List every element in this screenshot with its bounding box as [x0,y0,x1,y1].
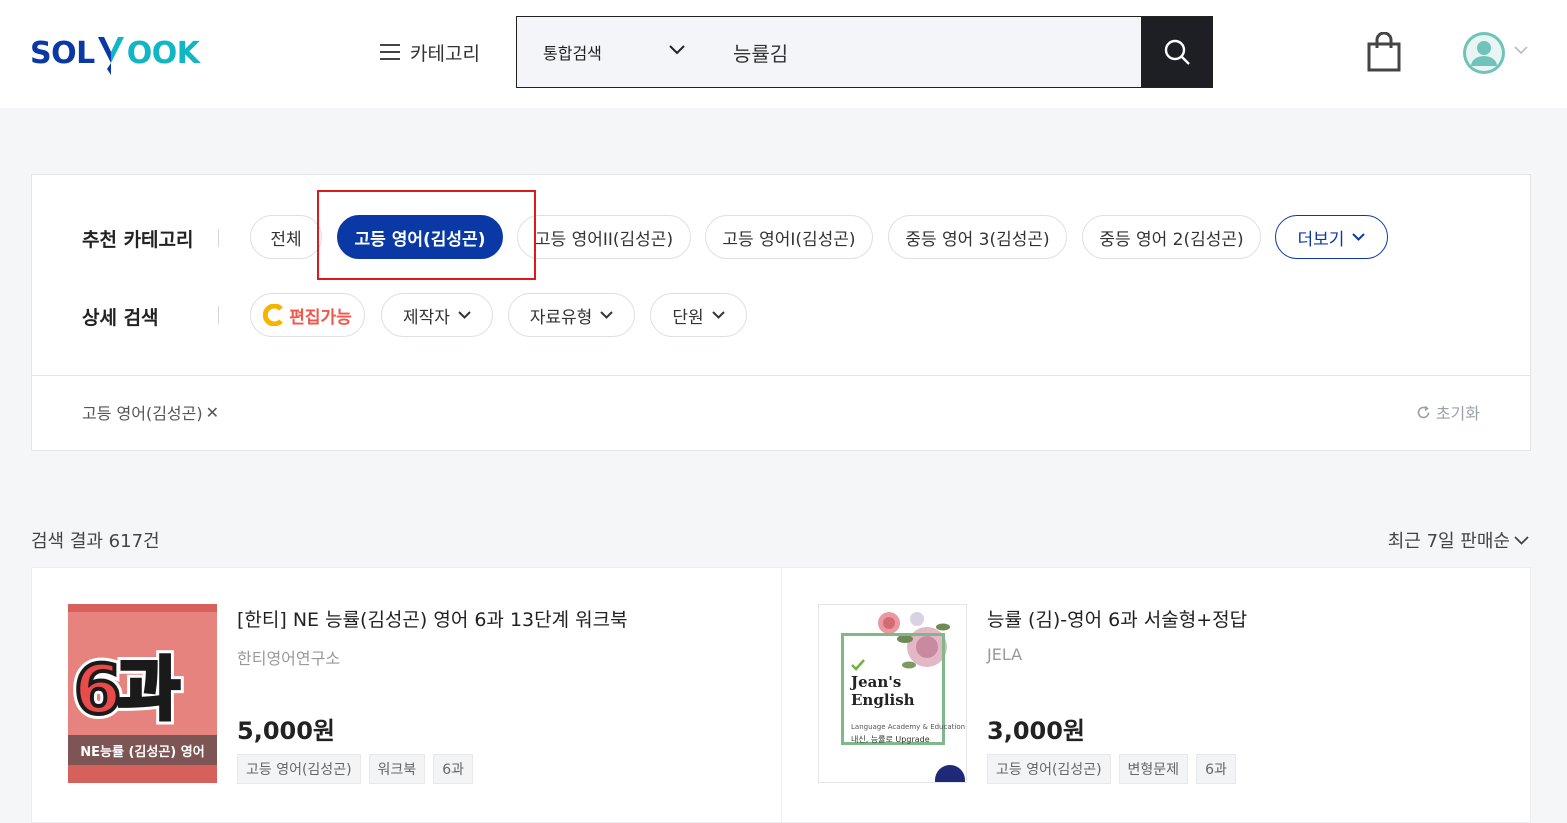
cover-subtitle: Language Academy & Education [851,723,966,731]
account-menu-chevron-icon[interactable] [1514,46,1528,55]
cover-title: Jean's English [851,673,915,709]
category-chip-middle-english-3-kim[interactable]: 중등 영어 3(김성곤) [888,215,1067,259]
category-chip-middle-english-2-kim[interactable]: 중등 영어 2(김성곤) [1082,215,1261,259]
logo-text-ook: OOK [126,35,200,71]
more-categories-button[interactable]: 더보기 [1275,215,1388,259]
product-tags: 고등 영어(김성곤) 변형문제 6과 [987,754,1236,784]
creator-dropdown-label: 제작자 [403,307,450,328]
search-input[interactable] [707,17,1141,87]
selected-filter-tag[interactable]: 고등 영어(김성곤) ✕ [82,400,219,424]
close-icon[interactable]: ✕ [206,403,219,422]
product-title[interactable]: 능률 (김)-영어 6과 서술형+정답 [987,605,1247,632]
category-chip-high-english-1-kim[interactable]: 고등 영어I(김성곤) [705,215,873,259]
cover-title-line: English [851,691,915,709]
product-tag: 고등 영어(김성곤) [237,754,361,784]
recommended-category-label: 추천 카테고리 [82,229,194,251]
product-tag: 워크북 [368,754,426,784]
editable-label: 편집가능 [289,307,352,328]
chevron-down-icon [458,311,471,319]
product-tag: 변형문제 [1118,754,1189,784]
chevron-down-icon [711,311,725,319]
search-scope-label: 통합검색 [543,44,602,63]
creator-dropdown[interactable]: 제작자 [381,293,493,337]
product-tags: 고등 영어(김성곤) 워크북 6과 [237,754,473,784]
thumbnail-big-text: 6과 [72,649,182,732]
chevron-down-icon [1514,535,1529,545]
sort-dropdown[interactable]: 최근 7일 판매순 [1388,527,1529,553]
more-label: 더보기 [1297,229,1345,250]
logo-book-mark [96,33,126,75]
logo-text-sol: SOL [30,35,95,71]
reset-label: 초기화 [1435,404,1480,423]
product-price: 5,000원 [237,717,335,745]
product-thumbnail[interactable]: Jean's English Language Academy & Educat… [818,604,967,783]
panel-divider [32,375,1530,376]
unit-dropdown[interactable]: 단원 [650,293,747,337]
user-avatar-icon[interactable] [1462,31,1506,75]
category-chip-all[interactable]: 전체 [250,215,322,259]
result-card[interactable]: 6과 6과 NE능률 (김성곤) 영어 [한티] NE 능률(김성곤) 영어 6… [32,568,781,822]
result-list: 6과 6과 NE능률 (김성곤) 영어 [한티] NE 능률(김성곤) 영어 6… [31,567,1531,823]
annotation-highlight-box [317,190,536,280]
shopping-bag-icon[interactable] [1366,32,1402,72]
cover-title-line: Jean's [851,673,902,691]
chevron-down-icon [669,45,685,55]
checkmark-icon [851,659,865,671]
thumbnail-stripe [68,604,217,612]
category-chip-high-english-2-kim[interactable]: 고등 영어II(김성곤) [517,215,691,259]
chevron-down-icon [1352,233,1366,241]
label-divider [218,306,219,324]
refresh-icon [1417,405,1430,418]
publisher-seal-icon [935,765,965,782]
result-card[interactable]: Jean's English Language Academy & Educat… [781,568,1530,822]
detail-search-label: 상세 검색 [82,307,159,329]
selected-filter-label: 고등 영어(김성곤) [82,404,203,423]
filter-panel: 추천 카테고리 전체 고등 영어(김성곤) 고등 영어II(김성곤) 고등 영어… [31,174,1531,451]
sort-label: 최근 7일 판매순 [1387,531,1510,552]
search-button[interactable] [1141,17,1212,87]
unit-dropdown-label: 단원 [672,307,704,328]
search-bar: 통합검색 [516,16,1213,88]
product-tag: 6과 [433,754,473,784]
cover-tagline: 내신, 능률로 Upgrade [851,735,930,744]
chevron-down-icon [600,311,613,319]
product-author[interactable]: JELA [987,645,1022,664]
label-divider [218,229,219,247]
thumbnail-band-text: NE능률 (김성곤) 영어 [68,735,217,765]
product-title[interactable]: [한티] NE 능률(김성곤) 영어 6과 13단계 워크북 [237,605,628,632]
product-price: 3,000원 [987,717,1085,745]
solbook-logo[interactable]: SOL OOK [30,32,200,75]
material-type-dropdown[interactable]: 자료유형 [508,293,635,337]
category-menu-button[interactable]: 카테고리 [380,36,480,68]
search-icon [1164,39,1190,65]
product-author[interactable]: 한티영어연구소 [237,645,340,669]
editable-c-icon [263,304,284,326]
hamburger-icon [380,44,400,60]
product-tag: 고등 영어(김성곤) [987,754,1111,784]
editable-filter-chip[interactable]: 편집가능 [250,293,365,337]
product-thumbnail[interactable]: 6과 6과 NE능률 (김성곤) 영어 [68,604,217,783]
search-scope-select[interactable]: 통합검색 [517,17,707,87]
category-menu-label: 카테고리 [410,42,480,65]
site-header: SOL OOK 카테고리 통합검색 [0,0,1567,108]
thumbnail-stripe [68,765,217,783]
reset-filters-button[interactable]: 초기화 [1416,400,1480,424]
material-type-dropdown-label: 자료유형 [529,307,593,328]
result-count: 검색 결과 617건 [31,531,160,552]
product-tag: 6과 [1196,754,1236,784]
